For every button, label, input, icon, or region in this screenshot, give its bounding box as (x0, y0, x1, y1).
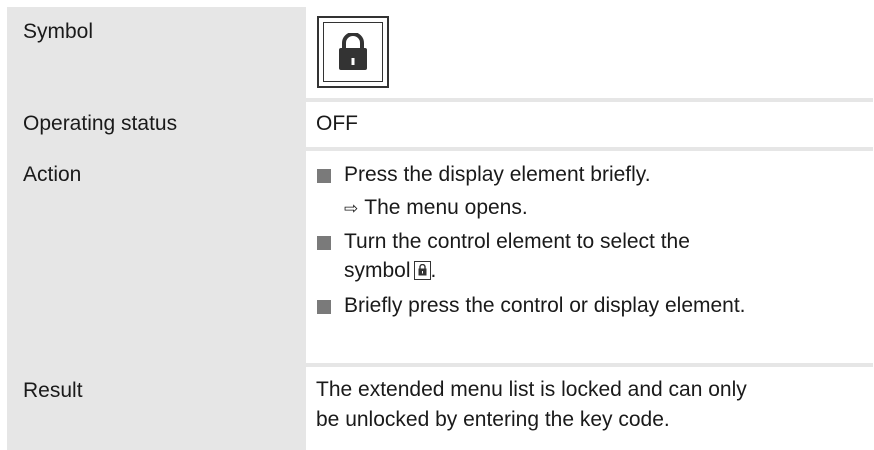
action-step-1-result-text: The menu opens. (364, 196, 528, 219)
action-row: Action Press the display element briefly… (7, 151, 873, 363)
bullet-marker (317, 300, 331, 314)
operating-status-row: Operating status OFF (7, 102, 873, 147)
action-step-1-result: ⇨ The menu opens. (344, 194, 528, 223)
action-step-1: Press the display element briefly. (344, 163, 651, 186)
result-label: Result (23, 379, 83, 402)
result-label-cell: Result (7, 367, 302, 450)
result-line-2: be unlocked by entering the key code. (316, 408, 670, 431)
operating-status-value-cell: OFF (306, 102, 873, 147)
result-value-cell: The extended menu list is locked and can… (306, 367, 873, 450)
operating-status-label-cell: Operating status (7, 102, 302, 147)
operating-status-label: Operating status (23, 112, 178, 135)
result-row: Result The extended menu list is locked … (7, 367, 873, 450)
result-arrow-icon: ⇨ (344, 199, 359, 218)
lock-icon (317, 16, 389, 88)
action-step-2-line1: Turn the control element to select the (344, 230, 690, 253)
symbol-value-cell (306, 7, 873, 98)
action-step-2-symbol-text: symbol (344, 259, 411, 282)
bullet-marker (317, 169, 331, 183)
action-value-cell: Press the display element briefly. ⇨ The … (306, 151, 873, 363)
bullet-marker (317, 236, 331, 250)
symbol-row: Symbol (7, 7, 873, 98)
action-label: Action (23, 163, 82, 186)
lock-icon (413, 261, 431, 280)
action-step-2-end: . (430, 259, 437, 282)
result-line-1: The extended menu list is locked and can… (316, 378, 747, 401)
info-table: Symbol Operating status OFF Action Press… (7, 7, 873, 450)
symbol-label: Symbol (23, 20, 94, 43)
action-step-3: Briefly press the control or display ele… (344, 294, 746, 317)
operating-status-value: OFF (316, 112, 358, 135)
action-label-cell: Action (7, 151, 302, 363)
symbol-label-cell: Symbol (7, 7, 302, 98)
action-step-2-line2: symbol. (344, 257, 436, 285)
